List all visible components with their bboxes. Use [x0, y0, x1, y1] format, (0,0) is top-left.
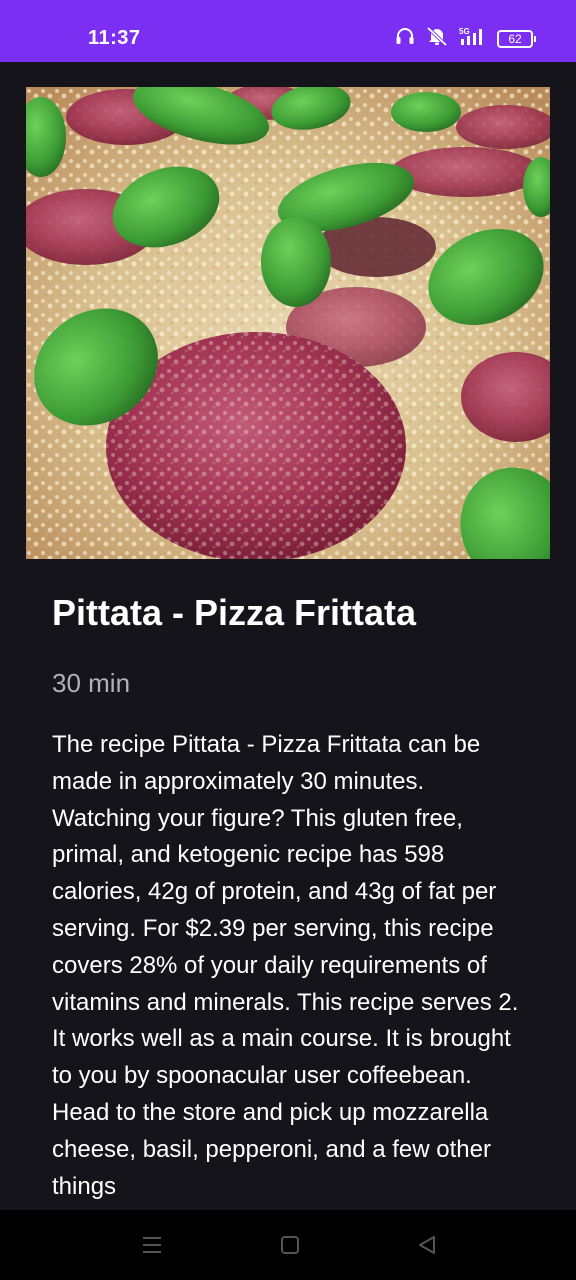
- network-label: 5G: [459, 27, 470, 36]
- navigation-bar: [0, 1210, 576, 1280]
- mute-icon: [425, 26, 449, 51]
- status-bar: 11:37 5G 62: [0, 0, 576, 62]
- recipe-title: Pittata - Pizza Frittata: [52, 592, 417, 633]
- status-time: 11:37: [88, 27, 141, 49]
- battery-icon: 62: [497, 29, 536, 48]
- recipe-summary: The recipe Pittata - Pizza Frittata can …: [52, 731, 519, 1200]
- headphones-icon: [395, 27, 415, 50]
- home-icon[interactable]: [275, 1230, 305, 1260]
- recipe-image: [26, 87, 550, 559]
- back-icon[interactable]: [412, 1230, 442, 1260]
- menu-icon[interactable]: [137, 1230, 167, 1260]
- recipe-detail[interactable]: Pittata - Pizza Frittata 30 min The reci…: [0, 62, 576, 1210]
- battery-level: 62: [497, 29, 533, 48]
- recipe-time: 30 min: [52, 668, 131, 698]
- signal-5g-icon: 5G: [459, 26, 487, 51]
- status-icons: 5G 62: [395, 26, 536, 51]
